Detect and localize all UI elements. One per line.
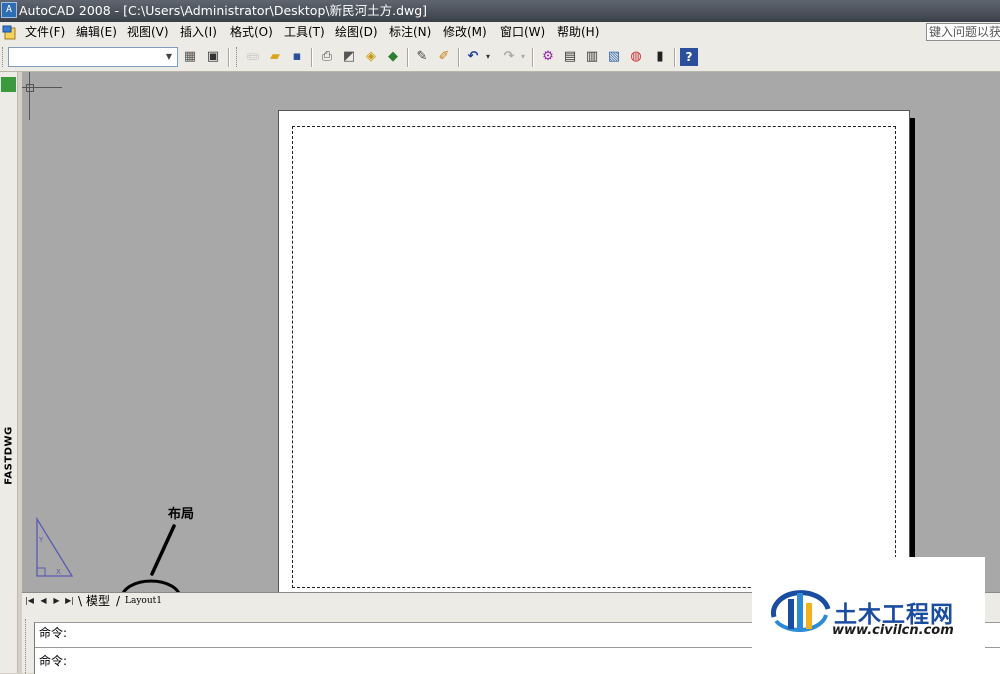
3d-dwf-icon[interactable]: ◆ bbox=[383, 47, 403, 67]
toolbar-separator bbox=[228, 48, 230, 67]
menu-help[interactable]: 帮助(H) bbox=[556, 24, 600, 41]
menu-draw[interactable]: 绘图(D) bbox=[334, 24, 379, 41]
redo-dropdown-icon[interactable]: ▾ bbox=[518, 47, 528, 67]
menu-window[interactable]: 窗口(W) bbox=[499, 24, 546, 41]
command-history-line: 命令: bbox=[39, 626, 68, 640]
new-icon[interactable]: ▭ bbox=[243, 47, 263, 67]
properties-icon[interactable]: ⚙ bbox=[538, 47, 558, 67]
menu-format[interactable]: 格式(O) bbox=[229, 24, 274, 41]
command-input-line[interactable]: 命令: bbox=[39, 653, 67, 669]
watermark-url: www.civilcn.com bbox=[832, 623, 954, 638]
document-icon[interactable] bbox=[2, 24, 18, 40]
watermark-logo-icon bbox=[770, 590, 831, 632]
calculator-icon[interactable]: ▮ bbox=[650, 47, 670, 67]
next-tab-icon[interactable]: ▶ bbox=[51, 594, 62, 607]
undo-icon[interactable]: ↶ bbox=[463, 47, 483, 67]
tab-divider: / bbox=[116, 594, 121, 608]
fastdwg-label: FASTDWG bbox=[3, 426, 15, 485]
last-tab-icon[interactable]: ▶| bbox=[64, 594, 75, 607]
toolbar-separator bbox=[458, 48, 460, 67]
match-properties-icon[interactable]: ✎ bbox=[412, 47, 432, 67]
save-icon[interactable]: ▪ bbox=[287, 47, 307, 67]
menu-file[interactable]: 文件(F) bbox=[24, 24, 66, 41]
command-window-grip[interactable] bbox=[25, 619, 28, 673]
palette-icon[interactable] bbox=[1, 77, 16, 92]
help-icon[interactable]: ? bbox=[680, 48, 698, 66]
autocad-app-icon[interactable]: A bbox=[1, 2, 17, 18]
watermark: 土木工程网 www.civilcn.com bbox=[752, 557, 985, 673]
menu-insert[interactable]: 插入(I) bbox=[179, 24, 218, 41]
menu-edit[interactable]: 编辑(E) bbox=[75, 24, 118, 41]
paint-icon[interactable]: ✐ bbox=[434, 47, 454, 67]
open-icon[interactable]: ▰ bbox=[265, 47, 285, 67]
layout-paper[interactable] bbox=[278, 110, 910, 592]
layer-combo[interactable]: ▼ bbox=[8, 47, 178, 67]
menu-view[interactable]: 视图(V) bbox=[126, 24, 170, 41]
window-title: AutoCAD 2008 - [C:\Users\Administrator\D… bbox=[19, 3, 428, 18]
menu-bar: 文件(F) 编辑(E) 视图(V) 插入(I) 格式(O) 工具(T) 绘图(D… bbox=[0, 22, 1000, 44]
sheet-set-icon[interactable]: ▧ bbox=[604, 47, 624, 67]
svg-text:Y: Y bbox=[38, 536, 44, 544]
plot-preview-icon[interactable]: ◩ bbox=[339, 47, 359, 67]
layer-previous-icon[interactable]: ▣ bbox=[203, 47, 223, 67]
help-search-input[interactable]: 键入问题以获取帮助 bbox=[926, 23, 1000, 41]
title-bar: A AutoCAD 2008 - [C:\Users\Administrator… bbox=[0, 0, 1000, 22]
printable-area-border bbox=[292, 126, 896, 588]
left-panel: FASTDWG bbox=[0, 72, 18, 673]
toolbar-separator bbox=[674, 48, 676, 67]
toolbar-grip[interactable] bbox=[2, 47, 6, 67]
undo-dropdown-icon[interactable]: ▾ bbox=[483, 47, 493, 67]
ucs-triangle-icon: Y X bbox=[36, 516, 74, 577]
prev-tab-icon[interactable]: ◀ bbox=[38, 594, 49, 607]
crosshair-cursor-vertical bbox=[29, 72, 30, 120]
svg-text:X: X bbox=[56, 568, 61, 576]
chevron-down-icon[interactable]: ▼ bbox=[162, 49, 176, 65]
markup-icon[interactable]: ◍ bbox=[626, 47, 646, 67]
toolbar-separator bbox=[407, 48, 409, 67]
toolbar-separator bbox=[311, 48, 313, 67]
standard-toolbar: ▼ ▦ ▣ ▭ ▰ ▪ ⎙ ◩ ◈ ◆ ✎ ✐ ↶ ▾ ↷ ▾ ⚙ ▤ ▥ ▧ … bbox=[0, 43, 1000, 72]
first-tab-icon[interactable]: |◀ bbox=[24, 594, 35, 607]
toolbar-grip[interactable] bbox=[236, 47, 240, 67]
design-center-icon[interactable]: ▤ bbox=[560, 47, 580, 67]
tab-model[interactable]: 模型 bbox=[86, 593, 110, 609]
tool-palettes-icon[interactable]: ▥ bbox=[582, 47, 602, 67]
menu-modify[interactable]: 修改(M) bbox=[442, 24, 488, 41]
menu-dimension[interactable]: 标注(N) bbox=[388, 24, 432, 41]
pickbox-icon bbox=[26, 84, 34, 92]
redo-icon[interactable]: ↷ bbox=[499, 47, 519, 67]
tab-layout1[interactable]: Layout1 bbox=[125, 593, 162, 609]
tab-divider: \ bbox=[78, 594, 83, 608]
plot-icon[interactable]: ⎙ bbox=[317, 47, 337, 67]
publish-icon[interactable]: ◈ bbox=[361, 47, 381, 67]
toolbar-separator bbox=[532, 48, 534, 67]
menu-tools[interactable]: 工具(T) bbox=[283, 24, 326, 41]
layer-state-icon[interactable]: ▦ bbox=[180, 47, 200, 67]
